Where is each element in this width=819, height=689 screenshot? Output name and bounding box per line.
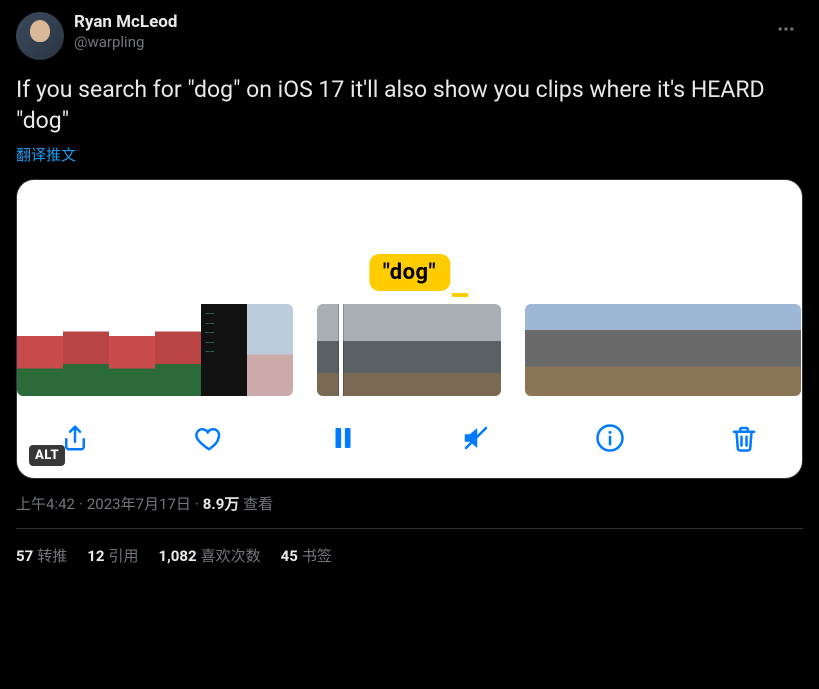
- trash-icon: [729, 423, 759, 453]
- clip-group-1[interactable]: [17, 304, 293, 396]
- tweet-header: Ryan McLeod @warpling: [16, 12, 803, 60]
- clip-thumbnail: [109, 304, 155, 396]
- views-count: 8.9万: [203, 495, 240, 513]
- pause-icon: [328, 423, 358, 453]
- clip-group-3[interactable]: [525, 304, 801, 396]
- clip-thumbnail: [709, 304, 755, 396]
- stats-row: 57转推 12引用 1,082喜欢次数 45书签: [16, 529, 803, 566]
- clip-thumbnail: [525, 304, 571, 396]
- clip-thumbnail: [617, 304, 663, 396]
- display-name: Ryan McLeod: [74, 12, 803, 33]
- tweet-text: If you search for "dog" on iOS 17 it'll …: [16, 74, 803, 136]
- media-card[interactable]: "dog": [16, 179, 803, 479]
- pause-button[interactable]: [325, 420, 361, 456]
- tweet-container: Ryan McLeod @warpling If you search for …: [0, 0, 819, 578]
- retweets-stat[interactable]: 57转推: [16, 545, 67, 566]
- views-label: 查看: [243, 495, 273, 513]
- clip-thumbnail: [571, 304, 617, 396]
- like-button[interactable]: [191, 420, 227, 456]
- bookmarks-stat[interactable]: 45书签: [281, 545, 332, 566]
- clip-thumbnail: [155, 304, 201, 396]
- clip-thumbnail: [663, 304, 709, 396]
- clip-thumbnail: [455, 304, 501, 396]
- media-body: "dog": [17, 180, 802, 478]
- clip-thumbnail: [63, 304, 109, 396]
- playhead[interactable]: [339, 304, 343, 396]
- delete-button[interactable]: [726, 420, 762, 456]
- info-icon: [595, 423, 625, 453]
- user-handle: @warpling: [74, 33, 803, 52]
- clip-group-2[interactable]: [317, 304, 501, 396]
- media-toolbar: [17, 396, 802, 478]
- mute-icon: [461, 423, 491, 453]
- user-block[interactable]: Ryan McLeod @warpling: [74, 12, 803, 52]
- clip-thumbnail: [17, 304, 63, 396]
- avatar[interactable]: [16, 12, 64, 60]
- search-term-chip: "dog": [369, 254, 450, 291]
- clip-thumbnail: [201, 304, 247, 396]
- info-button[interactable]: [592, 420, 628, 456]
- alt-badge[interactable]: ALT: [29, 445, 65, 466]
- clip-row: [17, 304, 802, 396]
- quotes-stat[interactable]: 12引用: [87, 545, 138, 566]
- translate-link[interactable]: 翻译推文: [16, 144, 76, 165]
- likes-stat[interactable]: 1,082喜欢次数: [158, 545, 260, 566]
- heart-icon: [194, 423, 224, 453]
- tweet-meta: 上午4:42·2023年7月17日·8.9万 查看: [16, 493, 803, 514]
- mute-button[interactable]: [458, 420, 494, 456]
- more-icon: [776, 19, 796, 39]
- clip-thumbnail: [755, 304, 801, 396]
- tweet-time[interactable]: 上午4:42: [16, 495, 75, 513]
- timeline-marker: [452, 293, 468, 297]
- more-button[interactable]: [769, 12, 803, 46]
- clip-thumbnail: [409, 304, 455, 396]
- clip-thumbnail: [247, 304, 293, 396]
- clip-thumbnail: [363, 304, 409, 396]
- tweet-date[interactable]: 2023年7月17日: [87, 495, 191, 513]
